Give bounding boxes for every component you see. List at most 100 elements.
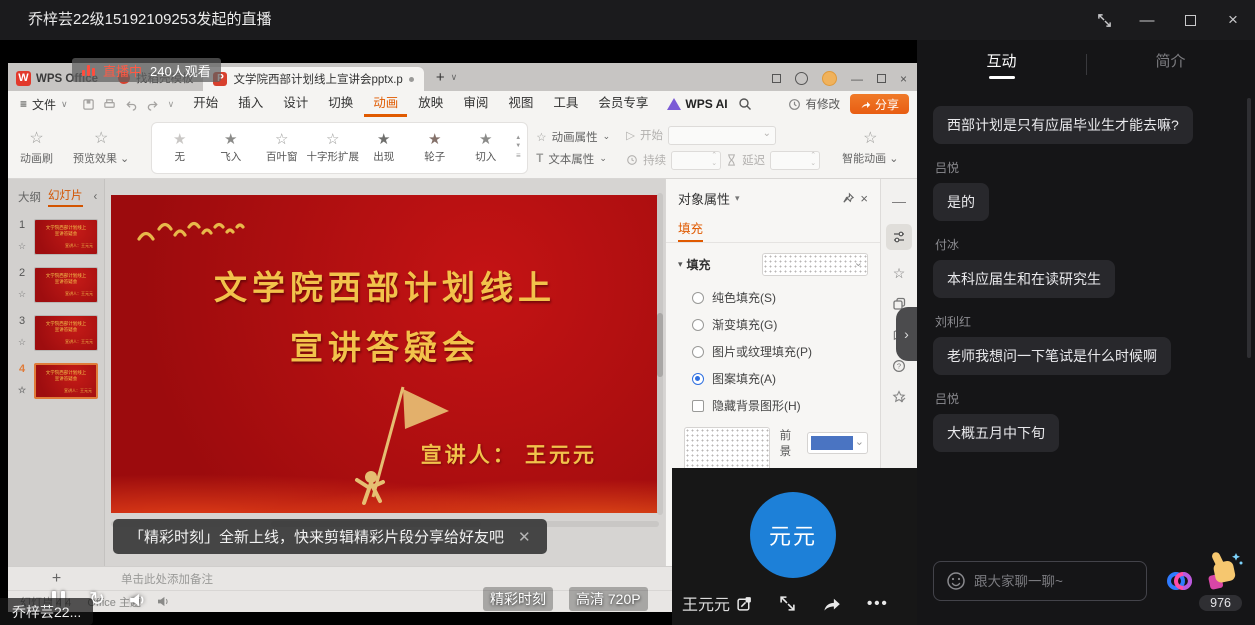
radio-selected-icon [692, 373, 704, 385]
toast-close-icon[interactable]: ✕ [518, 528, 531, 546]
menu-animation[interactable]: 动画 [364, 91, 407, 117]
popout-icon[interactable] [736, 595, 753, 612]
speaker-icon[interactable] [157, 596, 170, 607]
hourglass-icon [726, 154, 737, 166]
menu-home[interactable]: 开始 [184, 91, 227, 117]
foreground-color-dropdown[interactable] [807, 432, 868, 454]
start-dropdown[interactable] [668, 126, 776, 145]
search-icon[interactable] [738, 97, 752, 111]
wps-minimize-icon[interactable]: — [851, 72, 863, 86]
slide-thumb-1[interactable]: 1☆ 文学院西部计划线上宣讲答疑会宣讲人：王元元 [8, 213, 104, 261]
pin-icon[interactable] [842, 192, 855, 205]
slide-thumb-4[interactable]: 4☆ 文学院西部计划线上宣讲答疑会宣讲人：王元元 [8, 357, 104, 405]
tab-document[interactable]: P文学院西部计划线上宣讲会pptx.p [203, 67, 423, 91]
chat-panel: 互动 简介 西部计划是只有应届毕业生才能去嘛? 吕悦 是的 付冰 本科应届生和在… [917, 40, 1255, 625]
modified-status[interactable]: 有修改 [788, 96, 840, 112]
print-icon[interactable] [103, 98, 116, 111]
smart-animation-button[interactable]: ☆智能动画 ⌄ [836, 130, 904, 166]
share-stream-icon[interactable] [822, 595, 841, 612]
anim-none[interactable]: ★无 [154, 131, 205, 164]
maximize-icon[interactable] [1182, 12, 1198, 28]
anim-cut-in[interactable]: ★切入 [460, 131, 511, 164]
chat-message: 吕悦 大概五月中下旬 [933, 390, 1239, 452]
chat-text-input[interactable] [974, 574, 1134, 589]
menu-slideshow[interactable]: 放映 [409, 91, 452, 117]
animation-brush-button[interactable]: ☆动画刷 [14, 130, 59, 166]
emoji-icon[interactable] [946, 571, 966, 591]
star-effects-icon[interactable]: ☆ [891, 265, 907, 281]
app-window: 乔梓芸22级15192109253发起的直播 — × WWPS Office 找… [0, 0, 1255, 625]
option-pattern-fill[interactable]: 图案填充(A) [678, 365, 868, 392]
menu-member[interactable]: 会员专享 [589, 91, 657, 117]
collapse-icon[interactable]: — [891, 193, 907, 209]
menu-review[interactable]: 审阅 [454, 91, 497, 117]
volume-button[interactable] [129, 592, 147, 608]
close-panel-icon[interactable]: × [860, 191, 868, 206]
highlight-moments-button[interactable]: 精彩时刻 [483, 587, 553, 611]
save-icon[interactable] [82, 98, 95, 111]
edit-star-icon[interactable] [891, 389, 907, 405]
option-solid-fill[interactable]: 纯色填充(S) [678, 284, 868, 311]
share-button[interactable]: 分享 [850, 94, 909, 114]
anim-appear[interactable]: ★出现 [358, 131, 409, 164]
add-slide-button[interactable]: + [8, 570, 105, 588]
expand-panel-tab[interactable]: › [896, 307, 917, 361]
menu-tools[interactable]: 工具 [544, 91, 587, 117]
anim-fly-in[interactable]: ★飞入 [205, 131, 256, 164]
duration-spinner[interactable] [671, 151, 721, 170]
fullscreen-icon[interactable] [1096, 12, 1112, 28]
wps-globe-icon[interactable] [795, 72, 808, 85]
minimize-icon[interactable]: — [1139, 12, 1155, 28]
tab-slides[interactable]: 幻灯片 [48, 187, 83, 207]
chevron-down-icon[interactable]: ∨ [168, 99, 175, 110]
slide-thumb-2[interactable]: 2☆ 文学院西部计划线上宣讲答疑会宣讲人：王元元 [8, 261, 104, 309]
animation-properties-button[interactable]: ☆动画属性⌄ [536, 129, 610, 145]
file-menu[interactable]: ≡文件∨ [16, 96, 72, 113]
preview-effect-button[interactable]: ☆预览效果 ⌄ [67, 130, 135, 166]
option-gradient-fill[interactable]: 渐变填充(G) [678, 311, 868, 338]
quality-selector[interactable]: 高清 720P [569, 587, 648, 611]
more-options-icon[interactable]: ••• [867, 595, 889, 612]
close-icon[interactable]: × [1225, 12, 1241, 28]
notes-placeholder[interactable]: 单击此处添加备注 [105, 571, 213, 587]
sender-name: 吕悦 [935, 390, 1239, 407]
like-sticker[interactable] [1200, 547, 1246, 598]
delay-spinner[interactable] [770, 151, 820, 170]
slide-thumb-3[interactable]: 3☆ 文学院西部计划线上宣讲答疑会宣讲人：王元元 [8, 309, 104, 357]
gallery-scroll-arrows[interactable]: ▲▼≡ [511, 135, 525, 160]
chat-input-box[interactable] [933, 561, 1147, 601]
current-slide[interactable]: 文学院西部计划线上宣讲答疑会 宣讲人： 王元元 [111, 195, 659, 513]
anim-cross-expand[interactable]: ☆十字形扩展 [307, 131, 358, 164]
collapse-panel-icon[interactable]: ‹ [94, 191, 98, 203]
tab-interaction[interactable]: 互动 [917, 40, 1086, 88]
redo-icon[interactable] [146, 98, 160, 111]
option-picture-fill[interactable]: 图片或纹理填充(P) [678, 338, 868, 365]
wps-close-icon[interactable]: × [900, 72, 907, 86]
menu-view[interactable]: 视图 [499, 91, 542, 117]
wps-restore-icon[interactable] [772, 74, 781, 83]
menu-insert[interactable]: 插入 [229, 91, 272, 117]
text-properties-button[interactable]: T文本属性⌄ [536, 151, 610, 167]
chat-scrollbar[interactable] [1247, 98, 1251, 358]
properties-icon[interactable] [886, 224, 912, 250]
undo-icon[interactable] [124, 98, 138, 111]
wps-maximize-icon[interactable] [877, 74, 886, 83]
wps-account-avatar[interactable] [822, 71, 837, 86]
anim-blinds[interactable]: ☆百叶窗 [256, 131, 307, 164]
wps-ai-button[interactable]: WPS AI [659, 97, 735, 111]
presenter-camera-overlay: 元元 王元元 ••• [672, 468, 917, 625]
expand-video-icon[interactable] [779, 595, 796, 612]
option-hide-background[interactable]: 隐藏背景图形(H) [678, 392, 868, 419]
menu-design[interactable]: 设计 [274, 91, 317, 117]
fill-style-dropdown[interactable] [762, 253, 868, 276]
anim-wheel[interactable]: ★轮子 [409, 131, 460, 164]
new-tab-button[interactable]: +∨ [424, 69, 465, 91]
chat-message-list[interactable]: 西部计划是只有应届毕业生才能去嘛? 吕悦 是的 付冰 本科应届生和在读研究生 刘… [917, 88, 1255, 545]
tab-outline[interactable]: 大纲 [18, 189, 41, 205]
fill-tab[interactable]: 填充 [678, 218, 703, 242]
menu-transition[interactable]: 切换 [319, 91, 362, 117]
chevron-expand-icon[interactable]: ▾ [678, 259, 683, 270]
link-magic-icon[interactable] [1164, 566, 1194, 601]
plus-icon: + [436, 69, 445, 86]
tab-intro[interactable]: 简介 [1086, 40, 1255, 88]
